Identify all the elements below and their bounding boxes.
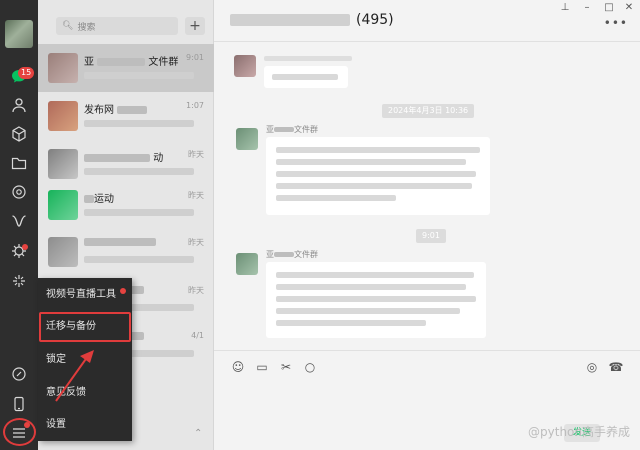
call-icon[interactable]: ☎ — [608, 359, 624, 375]
list-item[interactable]: 发布网 1:07 — [38, 92, 214, 140]
conversation-avatar — [48, 101, 78, 131]
conversation-time: 昨天 — [188, 286, 204, 295]
conversation-name: 动 — [84, 149, 180, 164]
conversation-time: 昨天 — [188, 191, 204, 200]
moments-icon[interactable] — [9, 182, 29, 202]
mini-program-dot — [22, 244, 28, 250]
conversation-time: 昨天 — [188, 238, 204, 247]
conversation-time: 昨天 — [188, 150, 204, 159]
chat-header: (495) ⊥ – □ ✕ ••• — [214, 0, 640, 42]
channels-icon[interactable] — [9, 211, 29, 231]
more-icon[interactable]: ••• — [604, 16, 628, 30]
message-bubble — [264, 66, 348, 88]
conversation-name: 运动 — [84, 190, 180, 205]
live-icon[interactable]: ◎ — [584, 359, 600, 375]
add-button[interactable]: + — [185, 17, 205, 35]
conversation-avatar — [48, 237, 78, 267]
search-input[interactable]: 🔍︎ 搜索 — [56, 17, 178, 35]
conversation-avatar — [48, 149, 78, 179]
pin-icon[interactable]: ⊥ — [558, 2, 572, 13]
conversation-time: 1:07 — [186, 101, 204, 110]
list-item[interactable]: 运动 昨天 — [38, 181, 214, 229]
maximize-icon[interactable]: □ — [602, 2, 616, 13]
message-avatar — [234, 55, 256, 77]
scissors-icon[interactable]: ✂ — [278, 359, 294, 375]
conversation-avatar — [48, 53, 78, 83]
folder-icon[interactable]: ▭ — [254, 359, 270, 375]
close-icon[interactable]: ✕ — [622, 2, 636, 13]
emoji-icon[interactable]: ☺ — [230, 359, 246, 375]
collapse-icon[interactable]: ⌃ — [194, 428, 202, 439]
message-input-area[interactable]: ☺ ▭ ✂ ○ ◎ ☎ 发送 @python高手养成 — [214, 350, 640, 450]
watermark: @python高手养成 — [528, 425, 630, 439]
sidebar-rail: 15 — [0, 0, 38, 450]
message-avatar — [236, 128, 258, 150]
menu-icon-highlight-ring — [3, 418, 36, 446]
timestamp: 2024年4月3日 10:36 — [382, 104, 475, 118]
message-avatar — [236, 253, 258, 275]
wechat-window: 15 🔍︎ 搜索 + 亚 文件群 9:01 发布网 1:07 动 昨天 运动 昨… — [0, 0, 640, 450]
message-sender: 亚文件群 — [266, 250, 318, 259]
live-tools-dot — [120, 288, 126, 294]
conversation-name — [84, 237, 180, 248]
spark-icon[interactable] — [9, 271, 29, 291]
conversation-name: 发布网 — [84, 101, 180, 116]
menu-item-live-tools[interactable]: 视频号直播工具 — [38, 280, 132, 310]
message-bubble — [266, 137, 490, 215]
avatar[interactable] — [5, 20, 33, 48]
cube-icon[interactable] — [9, 124, 29, 144]
chat-title: (495) — [230, 12, 394, 28]
timestamp: 9:01 — [416, 229, 446, 243]
conversation-avatar — [48, 190, 78, 220]
unread-badge: 15 — [18, 67, 35, 79]
list-item[interactable]: 亚 文件群 9:01 — [38, 44, 214, 92]
settings-menu: 视频号直播工具 迁移与备份 锁定 意见反馈 设置 — [38, 278, 132, 441]
message-sender — [264, 56, 352, 61]
conversation-time: 4/1 — [191, 331, 204, 340]
menu-item-feedback[interactable]: 意见反馈 — [38, 378, 132, 408]
menu-item-lock[interactable]: 锁定 — [38, 345, 132, 375]
conversation-preview — [84, 72, 194, 79]
migrate-highlight-box — [39, 312, 131, 342]
search-icon: 🔍︎ — [62, 21, 74, 31]
minimize-icon[interactable]: – — [580, 2, 594, 13]
list-item[interactable]: 昨天 — [38, 228, 214, 276]
conversation-preview — [84, 256, 194, 263]
contacts-icon[interactable] — [9, 95, 29, 115]
link-icon[interactable] — [9, 364, 29, 384]
search-placeholder: 搜索 — [77, 22, 96, 33]
menu-item-settings[interactable]: 设置 — [38, 410, 132, 440]
message-sender: 亚文件群 — [266, 125, 318, 134]
conversation-time: 9:01 — [186, 53, 204, 62]
chat-bubble-icon[interactable]: ○ — [302, 359, 318, 375]
folder-icon[interactable] — [9, 153, 29, 173]
phone-icon[interactable] — [9, 394, 29, 414]
chat-panel: (495) ⊥ – □ ✕ ••• 2024年4月3日 10:36 亚文件群 9… — [214, 0, 640, 450]
message-bubble — [266, 262, 486, 338]
conversation-preview — [84, 168, 194, 175]
conversation-preview — [84, 209, 194, 216]
conversation-preview — [84, 120, 194, 127]
conversation-name: 亚 文件群 — [84, 57, 179, 68]
